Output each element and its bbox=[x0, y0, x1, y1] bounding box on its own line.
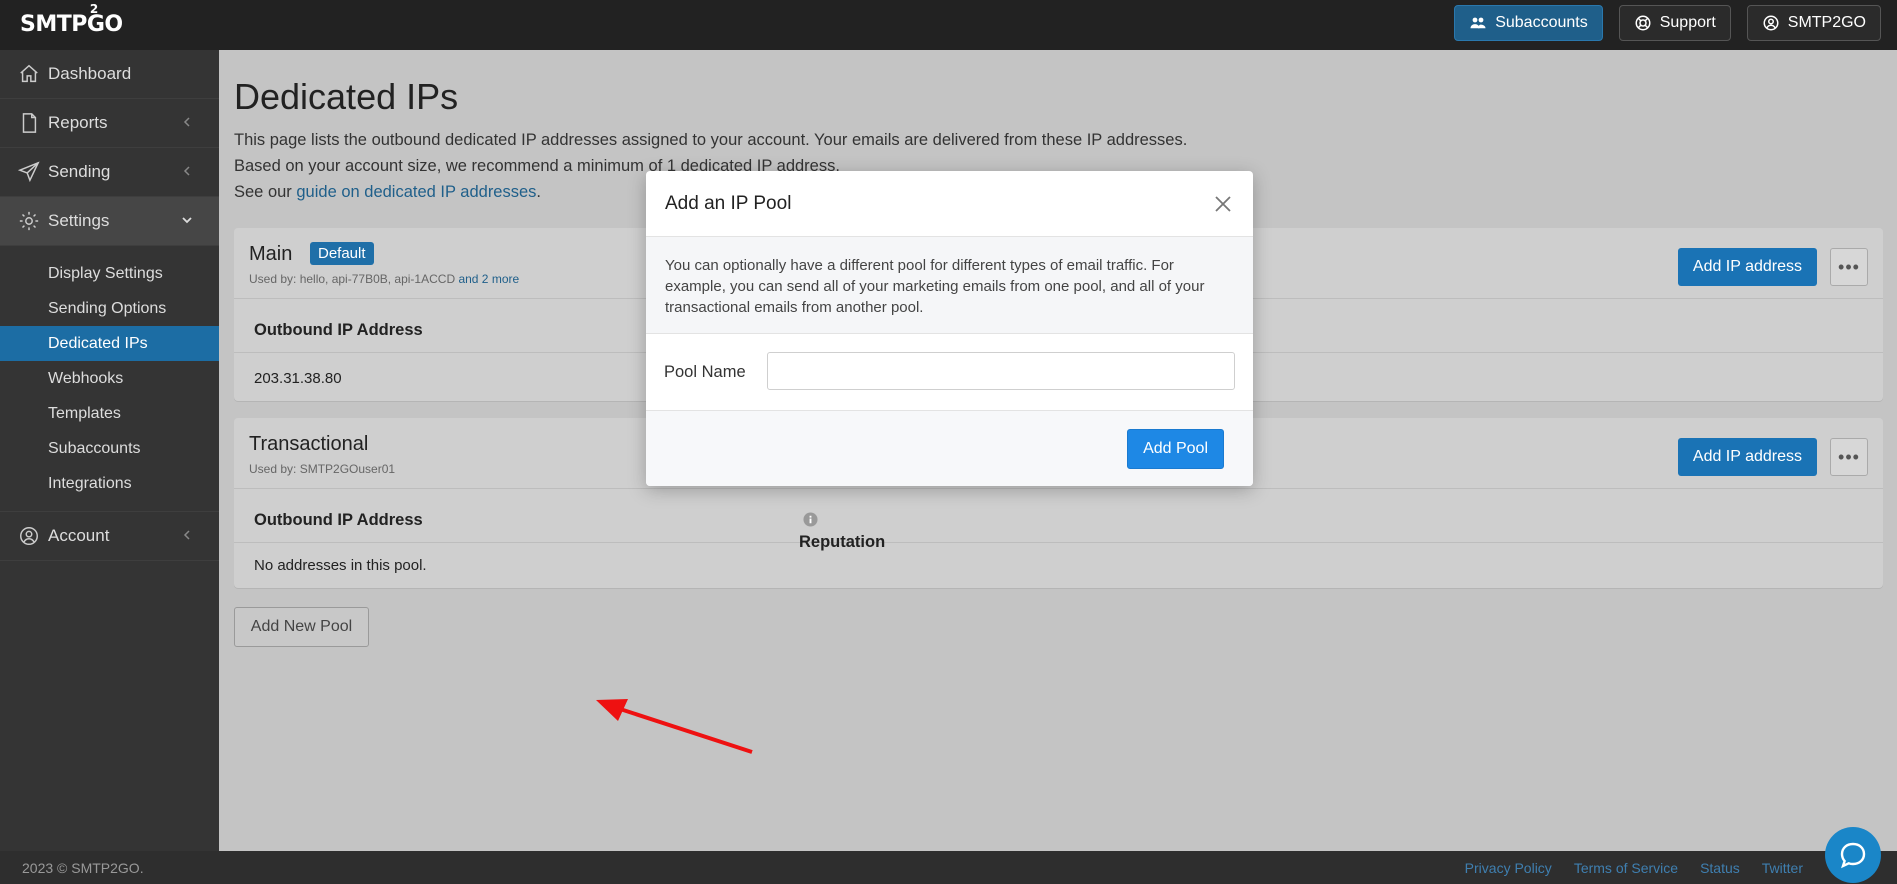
more-options-button[interactable]: ••• bbox=[1830, 438, 1868, 476]
close-icon[interactable] bbox=[1213, 194, 1233, 214]
more-options-button[interactable]: ••• bbox=[1830, 248, 1868, 286]
info-icon[interactable] bbox=[803, 512, 818, 527]
table-row: No addresses in this pool. bbox=[234, 543, 1883, 588]
logo-o2: 2 GO bbox=[87, 2, 123, 37]
subaccounts-button[interactable]: Subaccounts bbox=[1454, 5, 1603, 41]
top-actions: Subaccounts Support SMTP2GO bbox=[1454, 5, 1881, 41]
sidebar-item-templates[interactable]: Templates bbox=[0, 396, 219, 431]
chevron-left-icon bbox=[183, 530, 190, 540]
sidebar-item-display-settings[interactable]: Display Settings bbox=[0, 256, 219, 291]
annotation-arrow-icon bbox=[596, 699, 753, 754]
settings-subnav: Display Settings Sending Options Dedicat… bbox=[0, 246, 219, 511]
privacy-policy-link[interactable]: Privacy Policy bbox=[1465, 860, 1552, 876]
smtp2go-logo[interactable]: SMTP 2 GO bbox=[20, 2, 123, 37]
sidebar-label: Settings bbox=[48, 211, 110, 230]
modal-description: You can optionally have a different pool… bbox=[646, 237, 1253, 334]
pool-name-label: Pool Name bbox=[664, 363, 746, 381]
document-icon bbox=[22, 113, 37, 133]
table-header: Outbound IP Address Reputation bbox=[234, 489, 1883, 551]
pool-name: Main bbox=[249, 243, 293, 265]
sidebar-item-integrations[interactable]: Integrations bbox=[0, 466, 219, 501]
sidebar-item-webhooks[interactable]: Webhooks bbox=[0, 361, 219, 396]
home-icon bbox=[20, 64, 38, 83]
logo-text-a: SMTP bbox=[20, 12, 87, 37]
sidebar-label: Dashboard bbox=[48, 64, 132, 83]
sidebar-item-reports[interactable]: Reports bbox=[0, 99, 219, 148]
gear-icon bbox=[19, 211, 39, 231]
terms-of-service-link[interactable]: Terms of Service bbox=[1574, 860, 1678, 876]
ellipsis-icon: ••• bbox=[1838, 446, 1860, 467]
page-title: Dedicated IPs bbox=[234, 76, 459, 117]
intro-suffix: . bbox=[536, 183, 542, 201]
support-button[interactable]: Support bbox=[1618, 5, 1731, 41]
pool-name-field-row: Pool Name bbox=[646, 334, 1253, 411]
users-icon bbox=[1470, 17, 1486, 29]
sidebar-item-dedicated-ips[interactable]: Dedicated IPs bbox=[0, 326, 219, 361]
add-new-pool-button[interactable]: Add New Pool bbox=[234, 607, 369, 647]
sidebar-label: Sending bbox=[48, 162, 111, 181]
col-outbound-ip: Outbound IP Address bbox=[254, 321, 423, 339]
add-ip-address-button[interactable]: Add IP address bbox=[1677, 438, 1817, 476]
top-bar: SMTP 2 GO Subaccounts Support SMTP2GO bbox=[0, 0, 1897, 50]
empty-pool-message: No addresses in this pool. bbox=[254, 557, 427, 574]
used-by-text: Used by: hello, api-77B0B, api-1ACCD bbox=[249, 272, 456, 286]
user-circle-icon bbox=[1763, 15, 1779, 31]
sidebar-label: Reports bbox=[48, 113, 108, 132]
twitter-link[interactable]: Twitter bbox=[1762, 860, 1803, 876]
pool-name: Transactional bbox=[249, 433, 369, 455]
intro-prefix: See our bbox=[234, 183, 297, 201]
pool-used-by: Used by: hello, api-77B0B, api-1ACCD and… bbox=[249, 272, 519, 286]
add-ip-pool-modal: Add an IP Pool You can optionally have a… bbox=[646, 171, 1253, 486]
sidebar-item-sending[interactable]: Sending bbox=[0, 148, 219, 197]
sidebar-item-dashboard[interactable]: Dashboard bbox=[0, 50, 219, 99]
user-circle-icon bbox=[20, 527, 38, 545]
footer: 2023 © SMTP2GO. Privacy Policy Terms of … bbox=[0, 851, 1897, 884]
used-by-more-link[interactable]: and 2 more bbox=[458, 272, 519, 286]
sidebar: Dashboard Reports Sending Settings Displ… bbox=[0, 50, 219, 851]
chat-widget-button[interactable] bbox=[1825, 827, 1881, 883]
logo-sup: 2 bbox=[89, 2, 98, 16]
chevron-down-icon bbox=[182, 217, 192, 224]
pool-used-by: Used by: SMTP2GOuser01 bbox=[249, 462, 396, 476]
paper-plane-icon bbox=[18, 161, 40, 183]
ellipsis-icon: ••• bbox=[1838, 256, 1860, 277]
ip-address: 203.31.38.80 bbox=[254, 370, 342, 387]
footer-links: Privacy Policy Terms of Service Status T… bbox=[1465, 860, 1803, 876]
lifebuoy-icon bbox=[1635, 15, 1651, 31]
chevron-left-icon bbox=[183, 117, 190, 127]
guide-link[interactable]: guide on dedicated IP addresses bbox=[296, 183, 536, 201]
pool-name-input[interactable] bbox=[767, 352, 1235, 390]
col-reputation: Reputation bbox=[799, 511, 885, 551]
modal-title: Add an IP Pool bbox=[665, 193, 792, 214]
status-link[interactable]: Status bbox=[1700, 860, 1740, 876]
default-badge: Default bbox=[310, 242, 374, 265]
sidebar-label: Account bbox=[48, 526, 110, 545]
modal-header: Add an IP Pool bbox=[646, 171, 1253, 237]
subaccounts-label: Subaccounts bbox=[1495, 14, 1588, 31]
chat-icon bbox=[1840, 842, 1866, 869]
support-label: Support bbox=[1659, 14, 1716, 31]
account-menu-button[interactable]: SMTP2GO bbox=[1746, 5, 1881, 41]
sidebar-item-account[interactable]: Account bbox=[0, 511, 219, 561]
copyright: 2023 © SMTP2GO. bbox=[22, 860, 144, 876]
sidebar-item-sending-options[interactable]: Sending Options bbox=[0, 291, 219, 326]
add-ip-address-button[interactable]: Add IP address bbox=[1677, 248, 1817, 286]
chevron-left-icon bbox=[183, 166, 190, 176]
sidebar-item-subaccounts[interactable]: Subaccounts bbox=[0, 431, 219, 466]
sidebar-item-settings[interactable]: Settings bbox=[0, 197, 219, 246]
intro-line-1: This page lists the outbound dedicated I… bbox=[234, 131, 1188, 149]
account-label: SMTP2GO bbox=[1787, 14, 1866, 31]
col-outbound-ip: Outbound IP Address bbox=[254, 511, 423, 529]
add-pool-button[interactable]: Add Pool bbox=[1127, 429, 1224, 469]
modal-footer: Add Pool bbox=[646, 411, 1253, 486]
